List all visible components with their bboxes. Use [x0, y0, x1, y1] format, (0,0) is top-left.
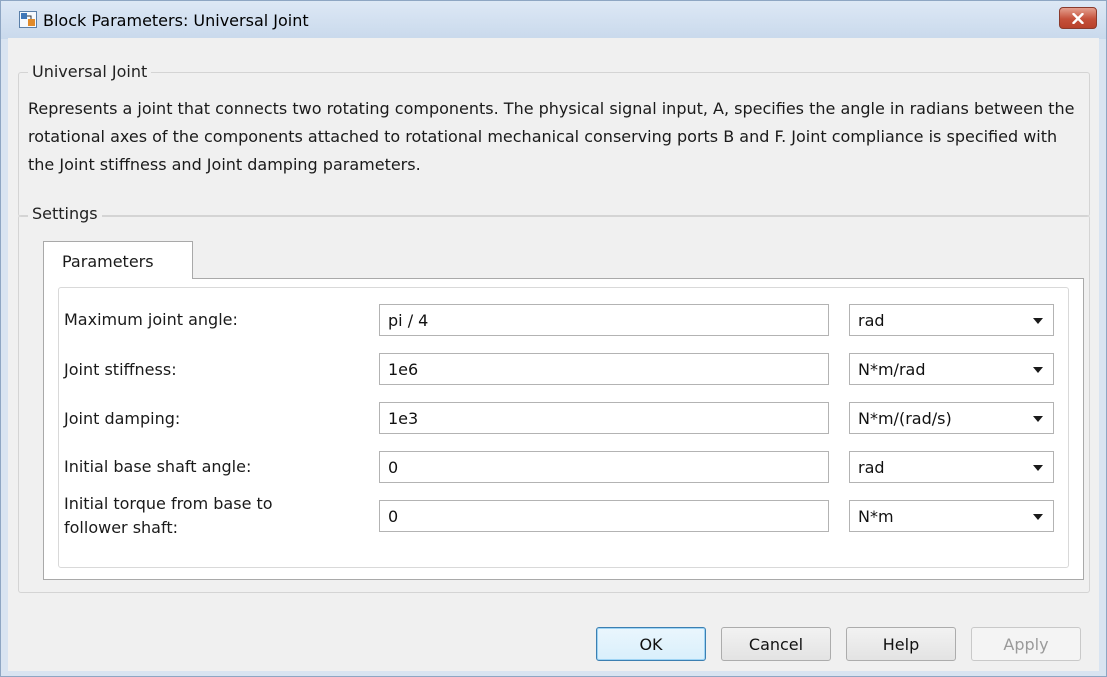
- apply-button[interactable]: Apply: [971, 627, 1081, 661]
- ok-button[interactable]: OK: [596, 627, 706, 661]
- close-button[interactable]: [1059, 7, 1097, 29]
- chevron-down-icon: [1033, 465, 1043, 471]
- joint-stiffness-label: Joint stiffness:: [64, 360, 177, 379]
- dialog-window: Block Parameters: Universal Joint Univer…: [0, 0, 1107, 677]
- dialog-body: Universal Joint Represents a joint that …: [8, 38, 1099, 671]
- chevron-down-icon: [1033, 514, 1043, 520]
- initial-base-shaft-angle-label: Initial base shaft angle:: [64, 457, 252, 476]
- close-icon: [1072, 9, 1084, 28]
- chevron-down-icon: [1033, 416, 1043, 422]
- max-joint-angle-unit: rad: [858, 311, 885, 330]
- title-bar[interactable]: Block Parameters: Universal Joint: [1, 1, 1106, 39]
- initial-torque-unit: N*m: [858, 507, 894, 526]
- initial-torque-unit-select[interactable]: N*m: [849, 500, 1054, 532]
- chevron-down-icon: [1033, 367, 1043, 373]
- max-joint-angle-label: Maximum joint angle:: [64, 310, 238, 329]
- joint-stiffness-input[interactable]: [379, 353, 829, 385]
- simulink-block-icon: [19, 11, 37, 28]
- joint-damping-input[interactable]: [379, 402, 829, 434]
- initial-torque-label-line2: follower shaft:: [64, 518, 178, 537]
- initial-torque-label-line1: Initial torque from base to: [64, 494, 273, 513]
- initial-base-shaft-angle-input[interactable]: [379, 451, 829, 483]
- parameters-panel: Maximum joint angle: rad Joint stiffness…: [43, 278, 1084, 580]
- joint-damping-unit-select[interactable]: N*m/(rad/s): [849, 402, 1054, 434]
- chevron-down-icon: [1033, 318, 1043, 324]
- joint-damping-unit: N*m/(rad/s): [858, 409, 952, 428]
- settings-label: Settings: [28, 204, 102, 223]
- block-description: Represents a joint that connects two rot…: [28, 99, 1075, 174]
- window-title: Block Parameters: Universal Joint: [43, 11, 309, 30]
- max-joint-angle-input[interactable]: [379, 304, 829, 336]
- cancel-button[interactable]: Cancel: [721, 627, 831, 661]
- initial-base-shaft-angle-unit-select[interactable]: rad: [849, 451, 1054, 483]
- joint-stiffness-unit: N*m/rad: [858, 360, 926, 379]
- initial-base-shaft-angle-unit: rad: [858, 458, 885, 477]
- initial-torque-input[interactable]: [379, 500, 829, 532]
- tab-parameters[interactable]: Parameters: [43, 241, 193, 279]
- joint-stiffness-unit-select[interactable]: N*m/rad: [849, 353, 1054, 385]
- joint-damping-label: Joint damping:: [64, 409, 181, 428]
- max-joint-angle-unit-select[interactable]: rad: [849, 304, 1054, 336]
- help-button[interactable]: Help: [846, 627, 956, 661]
- block-name-label: Universal Joint: [28, 62, 152, 81]
